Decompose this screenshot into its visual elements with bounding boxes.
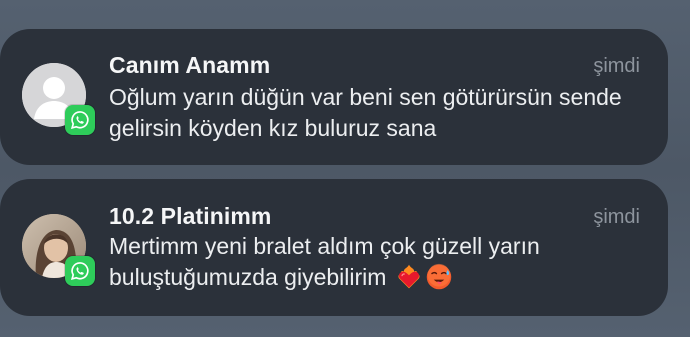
whatsapp-icon bbox=[65, 105, 95, 135]
heart-on-fire-emoji bbox=[398, 264, 420, 289]
sender-name: Canım Anamm bbox=[109, 52, 271, 78]
timestamp: şimdi bbox=[593, 55, 640, 77]
message-preview: Mertimm yeni bralet aldım çok güzell yar… bbox=[109, 231, 649, 293]
timestamp: şimdi bbox=[593, 206, 640, 228]
message-text: Mertimm yeni bralet aldım çok güzell yar… bbox=[109, 233, 540, 290]
hot-face-emoji bbox=[426, 263, 452, 290]
sender-name: 10.2 Platinimm bbox=[109, 203, 272, 229]
message-preview: Oğlum yarın düğün var beni sen götürürsü… bbox=[109, 84, 622, 141]
whatsapp-icon bbox=[65, 256, 95, 286]
notification-card[interactable]: 10.2 Platinimm şimdi Mertimm yeni bralet… bbox=[0, 179, 668, 316]
notification-card[interactable]: Canım Anamm şimdi Oğlum yarın düğün var … bbox=[0, 29, 668, 165]
